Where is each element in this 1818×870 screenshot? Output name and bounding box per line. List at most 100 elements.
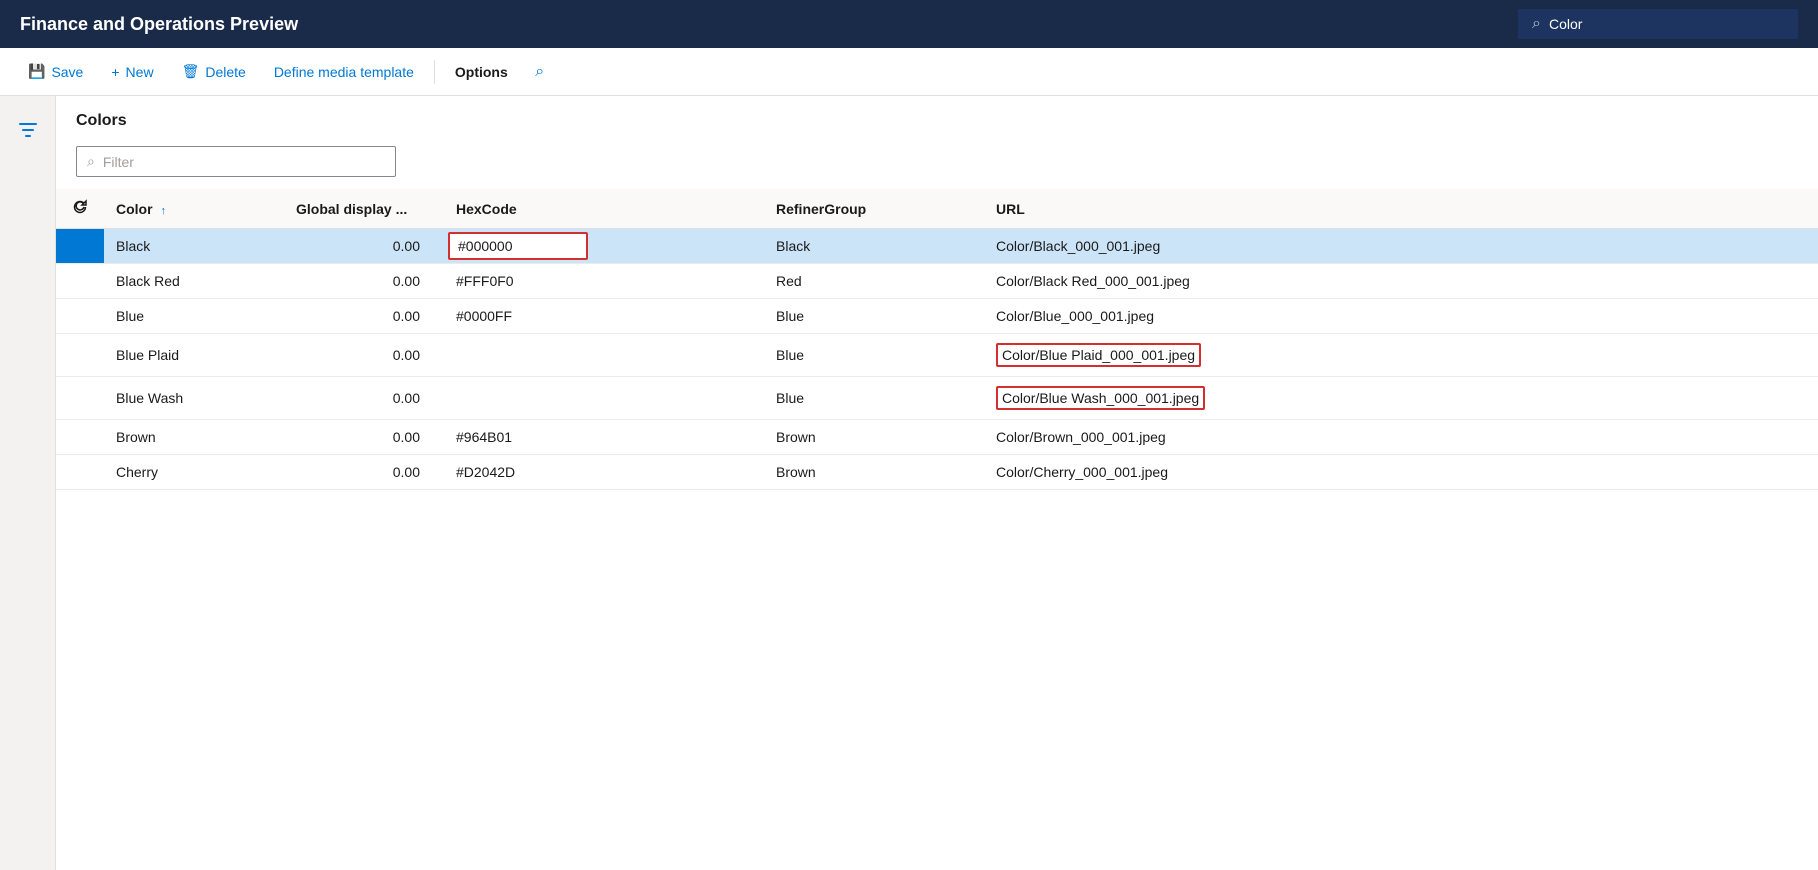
cell-refiner-group: Black <box>764 229 984 264</box>
save-label: Save <box>51 64 83 80</box>
options-label: Options <box>455 64 508 80</box>
table-container: Color ↑ Global display ... HexCode Refin… <box>56 189 1818 870</box>
col-color-label: Color <box>116 201 153 217</box>
left-sidebar <box>0 96 56 870</box>
cell-refiner-group: Blue <box>764 377 984 420</box>
filter-row: ⌕ <box>56 138 1818 189</box>
cell-refiner-group: Brown <box>764 420 984 455</box>
row-indicator <box>56 455 104 490</box>
delete-label: Delete <box>205 64 245 80</box>
panel-title: Colors <box>56 96 1818 138</box>
hex-input-wrap <box>448 232 588 260</box>
cell-hexcode: #D2042D <box>444 455 764 490</box>
cell-url: Color/Black_000_001.jpeg <box>984 229 1818 264</box>
col-refiner-label: RefinerGroup <box>776 201 866 217</box>
row-indicator <box>56 334 104 377</box>
sort-icon: ↑ <box>160 205 166 217</box>
cell-color: Black Red <box>104 264 284 299</box>
table-row[interactable]: Black Red0.00#FFF0F0RedColor/Black Red_0… <box>56 264 1818 299</box>
row-indicator <box>56 420 104 455</box>
table-row[interactable]: Blue Wash0.00 Blue Color/Blue Wash_000_001… <box>56 377 1818 420</box>
top-search-input[interactable] <box>1549 16 1784 32</box>
define-media-label: Define media template <box>274 64 414 80</box>
new-label: New <box>126 64 154 80</box>
content-area: Colors ⌕ Color <box>0 96 1818 870</box>
table-header-row: Color ↑ Global display ... HexCode Refin… <box>56 189 1818 229</box>
col-global-label: Global display ... <box>296 201 407 217</box>
cell-global-display: 0.00 <box>284 229 444 264</box>
delete-icon: 🗑 <box>182 63 200 80</box>
cell-hexcode: #FFF0F0 <box>444 264 764 299</box>
top-search-box[interactable]: ⌕ <box>1518 9 1798 39</box>
cell-url: Color/Cherry_000_001.jpeg <box>984 455 1818 490</box>
cell-hexcode <box>444 334 764 377</box>
cell-hexcode: #964B01 <box>444 420 764 455</box>
top-search-icon: ⌕ <box>1532 15 1541 33</box>
row-indicator <box>56 229 104 264</box>
cell-color: Brown <box>104 420 284 455</box>
filter-search-icon: ⌕ <box>87 153 95 170</box>
cell-global-display: 0.00 <box>284 299 444 334</box>
cell-global-display: 0.00 <box>284 420 444 455</box>
main-panel: Colors ⌕ Color <box>56 96 1818 870</box>
new-icon: + <box>111 64 119 80</box>
table-row[interactable]: Black0.00BlackColor/Black_000_001.jpeg <box>56 229 1818 264</box>
col-refresh[interactable] <box>56 189 104 229</box>
app-title: Finance and Operations Preview <box>20 14 298 35</box>
define-media-button[interactable]: Define media template <box>262 58 426 86</box>
col-url-label: URL <box>996 201 1025 217</box>
new-button[interactable]: + New <box>99 58 165 86</box>
delete-button[interactable]: 🗑 Delete <box>170 57 258 86</box>
cell-url: Color/Blue Wash_000_001.jpeg <box>984 377 1818 420</box>
filter-input-wrap[interactable]: ⌕ <box>76 146 396 177</box>
table-body: Black0.00BlackColor/Black_000_001.jpegBl… <box>56 229 1818 490</box>
cell-refiner-group: Red <box>764 264 984 299</box>
cell-color: Black <box>104 229 284 264</box>
col-header-refiner[interactable]: RefinerGroup <box>764 189 984 229</box>
refresh-icon <box>72 199 88 215</box>
cell-global-display: 0.00 <box>284 377 444 420</box>
top-bar: Finance and Operations Preview ⌕ <box>0 0 1818 48</box>
toolbar-search-icon: ⌕ <box>535 63 544 81</box>
toolbar: 💾 Save + New 🗑 Delete Define media templ… <box>0 48 1818 96</box>
filter-icon <box>18 120 38 140</box>
cell-global-display: 0.00 <box>284 455 444 490</box>
row-indicator <box>56 299 104 334</box>
hex-input[interactable] <box>458 238 578 254</box>
row-indicator <box>56 377 104 420</box>
col-hex-label: HexCode <box>456 201 517 217</box>
save-button[interactable]: 💾 Save <box>16 57 95 86</box>
cell-color: Blue Wash <box>104 377 284 420</box>
cell-global-display: 0.00 <box>284 264 444 299</box>
table-row[interactable]: Brown0.00#964B01BrownColor/Brown_000_001… <box>56 420 1818 455</box>
save-icon: 💾 <box>28 63 45 80</box>
col-header-global[interactable]: Global display ... <box>284 189 444 229</box>
col-header-url[interactable]: URL <box>984 189 1818 229</box>
cell-hexcode <box>444 377 764 420</box>
filter-button[interactable] <box>10 112 46 153</box>
filter-input[interactable] <box>103 154 385 170</box>
col-header-color[interactable]: Color ↑ <box>104 189 284 229</box>
cell-url: Color/Blue Plaid_000_001.jpeg <box>984 334 1818 377</box>
cell-hexcode[interactable] <box>444 229 764 264</box>
cell-color: Blue Plaid <box>104 334 284 377</box>
table-row[interactable]: Blue Plaid0.00 Blue Color/Blue Plaid_000_0… <box>56 334 1818 377</box>
table-row[interactable]: Cherry0.00#D2042DBrownColor/Cherry_000_0… <box>56 455 1818 490</box>
row-indicator <box>56 264 104 299</box>
toolbar-search-button[interactable]: ⌕ <box>524 56 556 88</box>
url-highlight: Color/Blue Plaid_000_001.jpeg <box>996 343 1201 367</box>
cell-global-display: 0.00 <box>284 334 444 377</box>
table-row[interactable]: Blue0.00#0000FFBlueColor/Blue_000_001.jp… <box>56 299 1818 334</box>
toolbar-separator <box>434 60 435 84</box>
cell-url: Color/Black Red_000_001.jpeg <box>984 264 1818 299</box>
col-header-hex[interactable]: HexCode <box>444 189 764 229</box>
cell-hexcode: #0000FF <box>444 299 764 334</box>
cell-url: Color/Brown_000_001.jpeg <box>984 420 1818 455</box>
cell-color: Blue <box>104 299 284 334</box>
cell-refiner-group: Brown <box>764 455 984 490</box>
cell-color: Cherry <box>104 455 284 490</box>
data-table: Color ↑ Global display ... HexCode Refin… <box>56 189 1818 490</box>
cell-refiner-group: Blue <box>764 334 984 377</box>
options-button[interactable]: Options <box>443 58 520 86</box>
url-highlight: Color/Blue Wash_000_001.jpeg <box>996 386 1205 410</box>
